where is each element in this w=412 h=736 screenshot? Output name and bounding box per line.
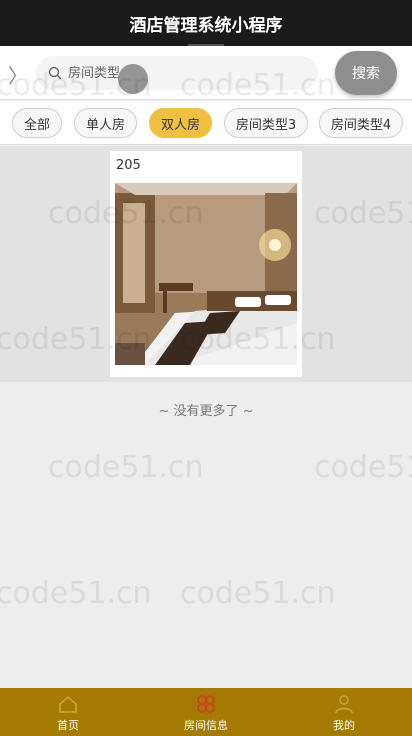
tab-home[interactable]: 首页 bbox=[28, 688, 108, 736]
bottom-tab-bar: 首页 房间信息 我的 bbox=[0, 688, 412, 736]
touch-indicator bbox=[118, 64, 148, 94]
filter-chip-single-room[interactable]: 单人房 bbox=[74, 108, 137, 138]
search-input[interactable] bbox=[68, 65, 248, 81]
tab-me[interactable]: 我的 bbox=[304, 688, 384, 736]
room-info-icon bbox=[197, 695, 215, 713]
title-bar: 酒店管理系统小程序 bbox=[0, 0, 412, 46]
filter-chip-all[interactable]: 全部 bbox=[12, 108, 62, 138]
search-button[interactable]: 搜索 bbox=[335, 51, 397, 95]
search-icon bbox=[48, 66, 62, 80]
app-title: 酒店管理系统小程序 bbox=[129, 15, 283, 36]
tab-room-info-label: 房间信息 bbox=[184, 719, 228, 732]
watermark: code51.cn bbox=[0, 576, 152, 611]
room-type-filter-bar: 全部 单人房 双人房 房间类型3 房间类型4 bbox=[0, 101, 412, 145]
tab-me-label: 我的 bbox=[333, 719, 355, 732]
filter-chip-room-type-3[interactable]: 房间类型3 bbox=[224, 108, 308, 138]
watermark: code51.cn bbox=[314, 450, 412, 485]
chevron-left-icon[interactable]: 〉 bbox=[8, 60, 28, 89]
list-end-text: ~ 没有更多了 ~ bbox=[158, 404, 254, 419]
user-icon bbox=[335, 695, 353, 714]
room-number: 205 bbox=[116, 158, 141, 173]
tab-room-info[interactable]: 房间信息 bbox=[166, 688, 246, 736]
filter-chip-room-type-4[interactable]: 房间类型4 bbox=[319, 108, 403, 138]
filter-chip-double-room[interactable]: 双人房 bbox=[149, 108, 212, 138]
room-list: 205 bbox=[0, 146, 412, 382]
search-input-container[interactable] bbox=[36, 56, 318, 90]
watermark: code51.cn bbox=[48, 450, 204, 485]
room-card[interactable]: 205 bbox=[110, 151, 302, 377]
home-icon bbox=[59, 696, 77, 713]
room-photo bbox=[115, 183, 297, 365]
tab-home-label: 首页 bbox=[57, 719, 79, 732]
watermark: code51.cn bbox=[180, 576, 336, 611]
